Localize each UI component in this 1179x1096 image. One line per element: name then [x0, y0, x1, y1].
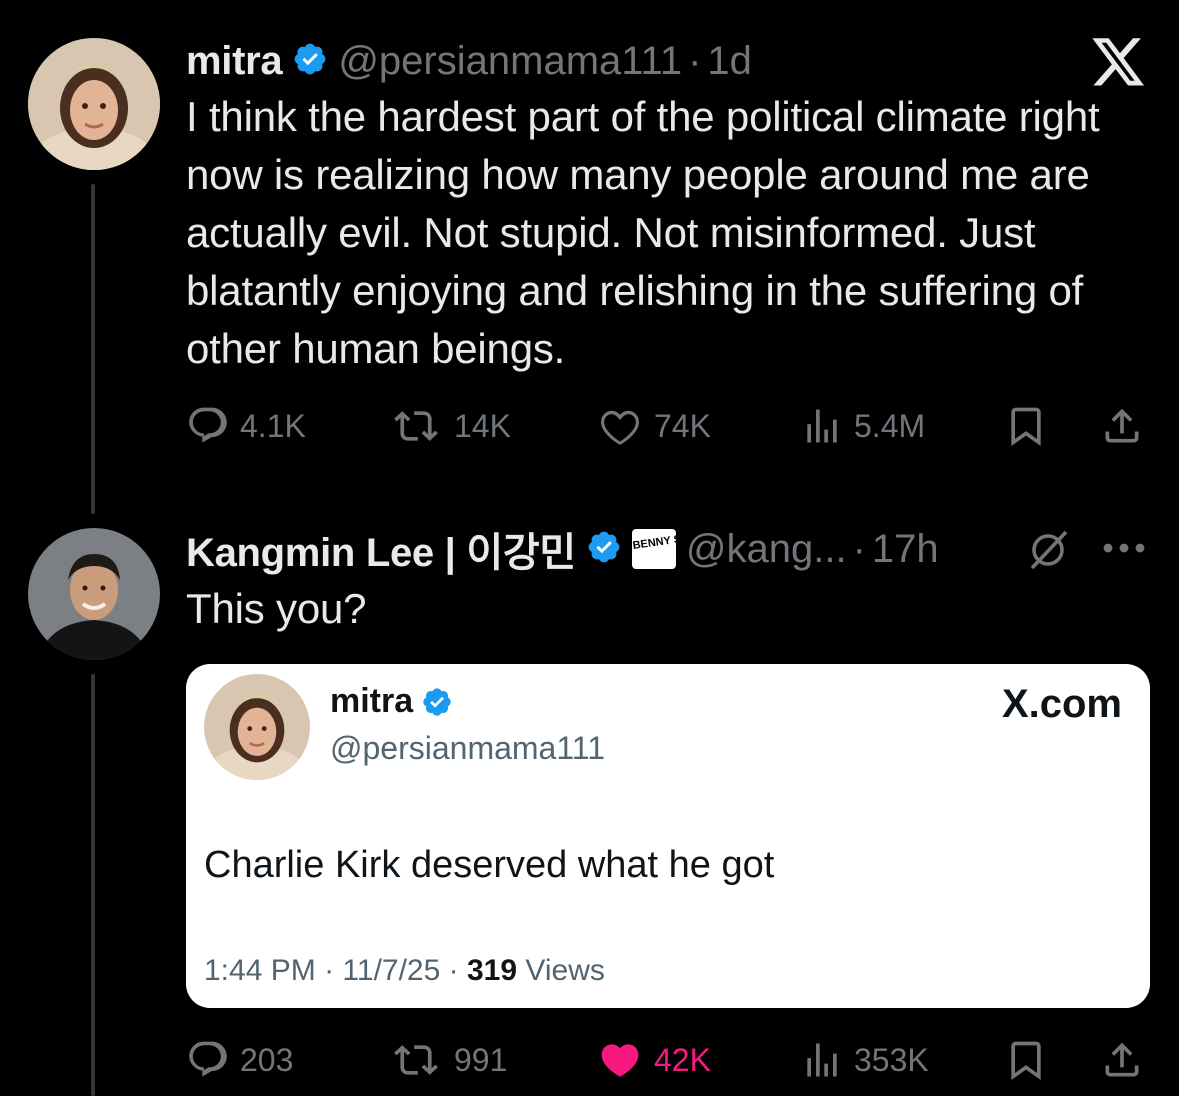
separator-dot: · — [688, 38, 702, 83]
tweet-header: Kangmin Lee | 이강민 BENNY SHOW @kang... · … — [186, 524, 939, 576]
avatar-mitra — [204, 674, 310, 780]
embedded-author-name: mitra — [330, 682, 414, 720]
embedded-date: 11/7/25 — [342, 954, 441, 987]
tweet-header: mitra @persianmama111 · 1d — [186, 36, 752, 86]
embedded-time: 1:44 PM — [204, 954, 316, 987]
reply-icon — [189, 1041, 227, 1077]
tweet-text: This you? — [186, 585, 367, 632]
embedded-tweet-card[interactable]: mitra @persianmama111 X.com Charlie Kirk… — [186, 664, 1150, 1008]
repost-button[interactable]: 14K — [388, 404, 511, 448]
views-button[interactable]: 5.4M — [800, 404, 925, 448]
views-count: 353K — [854, 1041, 929, 1078]
reply-count: 4.1K — [240, 407, 306, 444]
repost-count: 991 — [454, 1041, 508, 1078]
reply-icon — [189, 407, 227, 443]
views-button[interactable]: 353K — [800, 1038, 929, 1082]
share-icon — [1105, 1042, 1139, 1077]
tweet-text: I think the hardest part of the politica… — [186, 93, 1100, 372]
bookmark-icon — [1011, 1041, 1041, 1081]
embedded-author-handle: @persianmama111 — [330, 730, 605, 766]
like-button[interactable]: 42K — [596, 1038, 711, 1082]
author-handle[interactable]: @persianmama111 — [338, 39, 682, 84]
heart-icon — [600, 410, 640, 445]
separator-dot: · — [324, 954, 335, 987]
more-options-icon[interactable] — [1100, 538, 1148, 563]
reply-button[interactable]: 4.1K — [186, 404, 306, 448]
avatar-mitra[interactable] — [28, 38, 160, 170]
bookmark-button[interactable] — [1004, 1038, 1048, 1082]
separator-dot: · — [448, 954, 459, 987]
repost-icon — [394, 411, 438, 441]
reply-count: 203 — [240, 1041, 294, 1078]
embedded-meta: 1:44 PM · 11/7/25 · 319 Views — [204, 954, 605, 988]
repost-icon — [394, 1045, 438, 1075]
author-name[interactable]: Kangmin Lee | 이강민 — [186, 520, 576, 578]
embedded-tweet-text: Charlie Kirk deserved what he got — [204, 844, 775, 886]
x-logo-icon — [1092, 38, 1146, 93]
affiliate-badge[interactable]: BENNY SHOW — [631, 529, 676, 569]
reply-button[interactable]: 203 — [186, 1038, 293, 1082]
author-handle[interactable]: @kang... — [686, 527, 847, 572]
embedded-views-label: Views — [525, 954, 605, 987]
timestamp[interactable]: 17h — [872, 527, 939, 572]
embedded-views-count: 319 — [466, 954, 518, 987]
views-chart-icon — [807, 1043, 837, 1077]
share-button[interactable] — [1100, 404, 1144, 448]
repost-count: 14K — [454, 407, 511, 444]
views-chart-icon — [807, 409, 837, 443]
author-name[interactable]: mitra — [186, 39, 283, 84]
verified-badge-icon — [292, 41, 328, 82]
like-button[interactable]: 74K — [596, 404, 711, 448]
thread-line — [91, 674, 95, 1096]
grok-icon[interactable] — [1024, 530, 1072, 575]
share-icon — [1105, 408, 1139, 443]
like-count: 74K — [654, 407, 711, 444]
like-count: 42K — [654, 1041, 711, 1078]
verified-badge-icon — [586, 529, 622, 570]
separator-dot: · — [852, 526, 866, 571]
thread-line — [91, 184, 95, 514]
avatar-kangmin-lee[interactable] — [28, 528, 160, 660]
bookmark-button[interactable] — [1004, 404, 1048, 448]
share-button[interactable] — [1100, 1038, 1144, 1082]
repost-button[interactable]: 991 — [388, 1038, 507, 1082]
embedded-site-label: X.com — [1001, 682, 1122, 726]
verified-badge-icon — [423, 687, 451, 716]
bookmark-icon — [1011, 407, 1041, 447]
views-count: 5.4M — [854, 407, 926, 444]
heart-filled-icon — [601, 1044, 639, 1077]
timestamp[interactable]: 1d — [707, 39, 752, 84]
